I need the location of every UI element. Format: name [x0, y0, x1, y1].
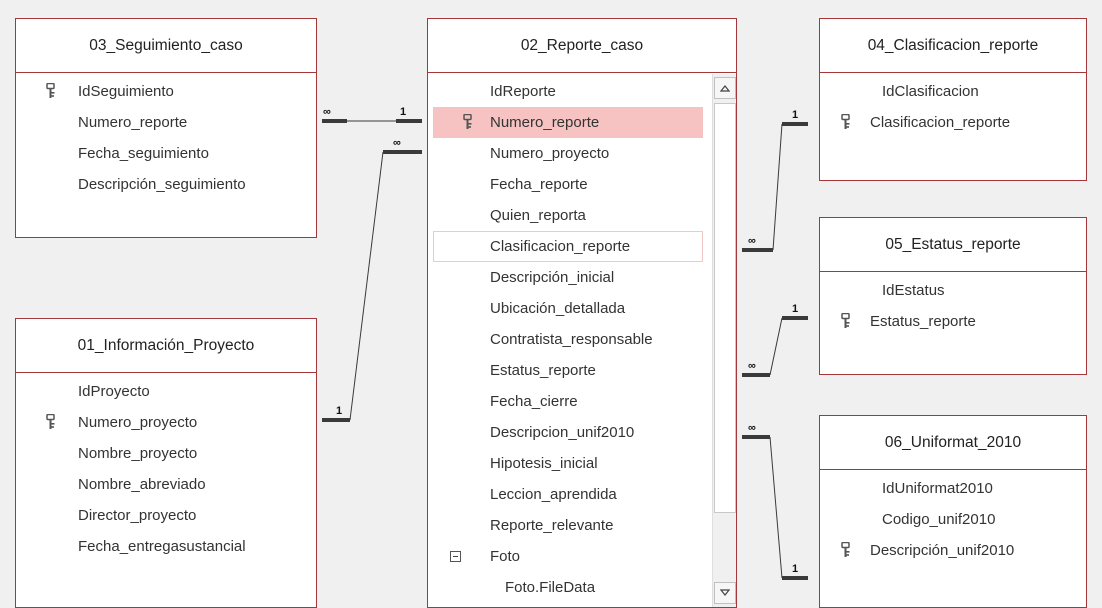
relationship-line-clasificacion[interactable]: [742, 122, 808, 252]
cardinality-one-label: 1: [400, 106, 406, 118]
relationships-canvas: 03_Seguimiento_caso IdSeguimiento Numero…: [0, 0, 1102, 608]
cardinality-one-label: 1: [336, 405, 342, 417]
relationship-line-uniformat[interactable]: [742, 435, 808, 580]
relationship-line-proyecto[interactable]: [322, 150, 422, 422]
cardinality-one-label: 1: [792, 303, 798, 315]
cardinality-one-label: 1: [792, 563, 798, 575]
cardinality-many-label: ∞: [748, 360, 756, 372]
cardinality-many-label: ∞: [748, 422, 756, 434]
cardinality-many-label: ∞: [393, 137, 401, 149]
cardinality-many-label: ∞: [748, 235, 756, 247]
relationship-labels: ∞ 1 ∞ 1 1 ∞ 1 ∞ ∞ 1: [323, 106, 798, 575]
relationship-lines: ∞ 1 ∞ 1 1 ∞ 1 ∞ ∞ 1: [322, 106, 808, 580]
cardinality-many-label: ∞: [323, 106, 331, 118]
cardinality-one-label: 1: [792, 109, 798, 121]
